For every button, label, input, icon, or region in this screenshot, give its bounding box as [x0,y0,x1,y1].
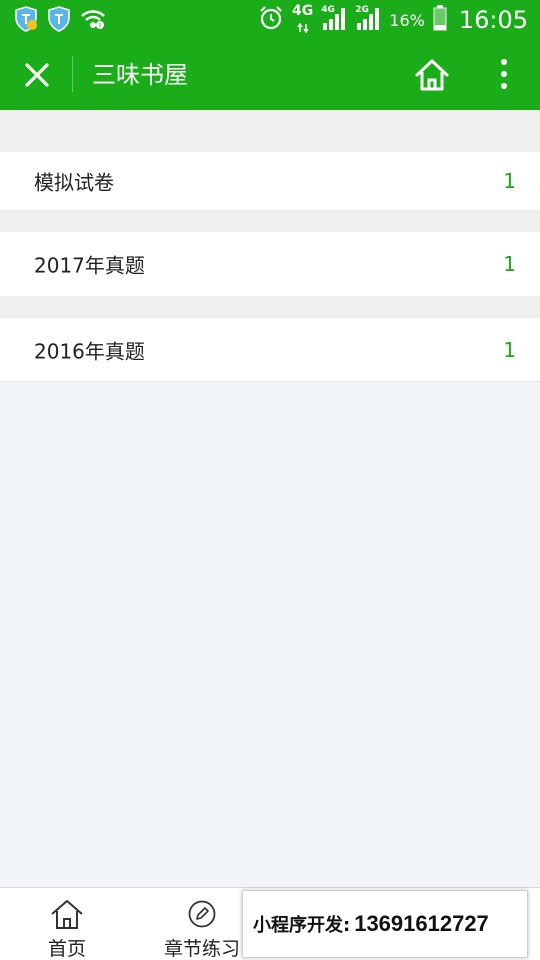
tab-label: 首页 [47,938,86,960]
pencil-icon [185,898,219,930]
close-icon [25,63,49,87]
signal-sim2: 2G [355,5,381,35]
sim2-label: 2G [355,5,369,15]
list-item-count: 1 [503,337,516,362]
list-item[interactable]: 2016年真题 1 [0,318,540,382]
promo-label: 小程序开发: [253,915,351,936]
tab-label: 章节练习 [163,938,240,960]
list-item[interactable]: 模拟试卷 1 [0,152,540,210]
battery-icon [433,5,447,35]
tab-chapter-practice[interactable]: 章节练习 [152,888,252,960]
navigation-bar: 三味书屋 [0,40,540,110]
more-menu-button[interactable] [490,54,518,94]
page-title: 三味书屋 [92,61,188,89]
status-right-icons: 4G 4G 2G 16% 16:05 [258,4,528,36]
section-gap [0,296,540,318]
section-gap [0,210,540,232]
list-item-label: 2016年真题 [34,339,145,363]
wifi-icon: ? [80,8,106,34]
list-item-count: 1 [503,252,516,276]
clock: 16:05 [458,6,528,34]
shield-icon [48,6,70,36]
promo-phone: 13691612727 [354,911,489,936]
status-left-icons: ? [14,6,106,36]
list-item[interactable]: 2017年真题 1 [0,232,540,296]
signal-sim1: 4G [321,5,347,35]
home-button[interactable] [412,55,452,95]
network-4g-indicator: 4G [292,4,313,37]
tab-home[interactable]: 首页 [27,888,107,960]
close-button[interactable] [18,56,56,94]
list-item-count: 1 [503,169,516,193]
shield-icon [14,6,38,36]
section-gap [0,110,540,152]
status-bar: ? 4G 4G 2G 16% 16:05 [0,0,540,40]
data-arrows-icon [297,18,309,37]
home-icon [50,898,84,930]
sim1-label: 4G [321,5,335,15]
network-4g-label: 4G [292,2,314,19]
alarm-icon [258,5,284,35]
list-item-label: 模拟试卷 [34,170,114,195]
promo-banner: 小程序开发: 13691612727 [242,890,528,958]
more-vertical-icon [501,59,507,89]
list-item-label: 2017年真题 [34,253,145,278]
battery-percent: 16% [389,10,425,30]
exam-list: 模拟试卷 1 2017年真题 1 2016年真题 1 [0,110,540,382]
nav-divider [72,56,73,92]
svg-text:?: ? [98,23,101,30]
home-icon [415,59,449,91]
